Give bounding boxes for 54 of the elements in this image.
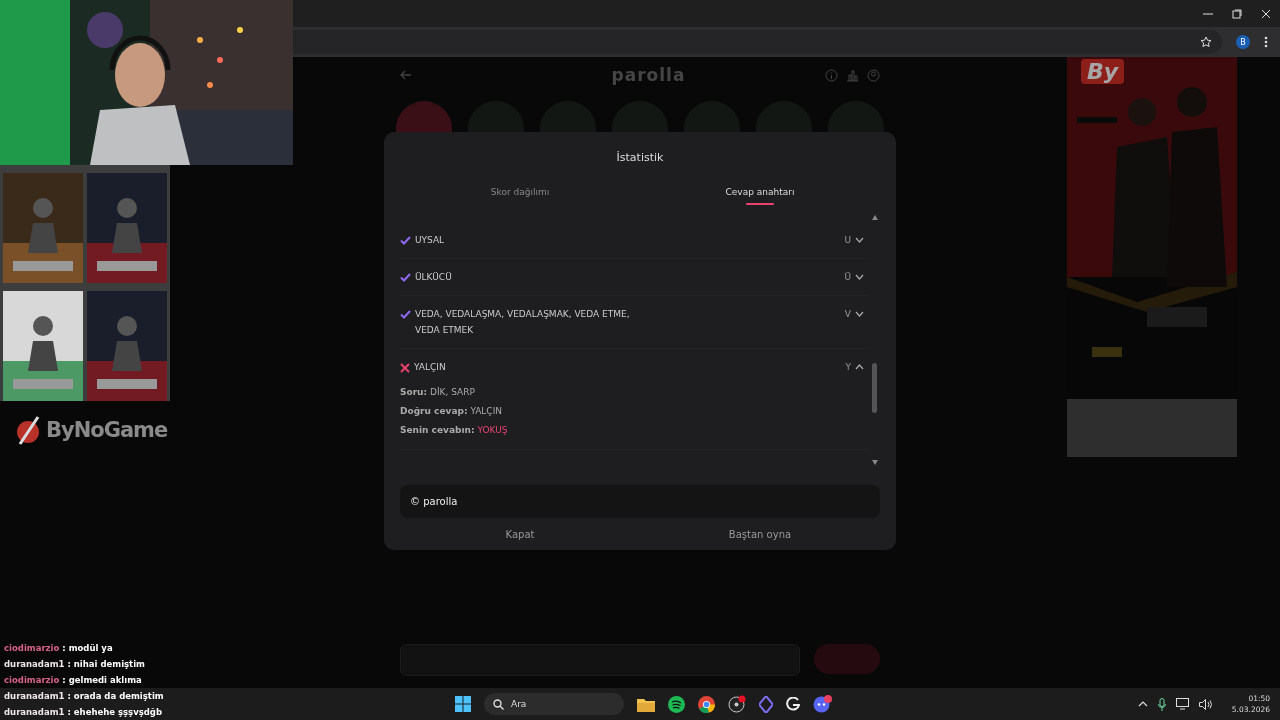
letter-label: V xyxy=(844,308,851,321)
chat-message: : orada da demiştim xyxy=(67,691,164,701)
chevron-up-icon[interactable] xyxy=(855,364,864,370)
overlay-logo: By xyxy=(1081,59,1125,84)
letter-label: U xyxy=(844,234,851,247)
chat-message: : nihai demiştim xyxy=(67,659,145,669)
chevron-down-icon[interactable] xyxy=(855,311,864,317)
answer-text: YALÇIN xyxy=(414,361,447,374)
profile-avatar[interactable]: B xyxy=(1236,35,1250,49)
chat-message: : ehehehe şşşvşdğb xyxy=(67,707,162,717)
tab[interactable]: Skor dağılımı xyxy=(400,177,640,207)
close-icon[interactable] xyxy=(1260,8,1271,19)
chat-app-icon[interactable] xyxy=(813,695,833,713)
music-app-icon[interactable] xyxy=(668,695,685,713)
answer-text: UYSAL xyxy=(415,234,446,247)
chat-username: duranadam1 xyxy=(4,691,65,701)
chat-username: ciodimarzio xyxy=(4,643,60,653)
footer-text: © parolla xyxy=(410,496,458,507)
chat-message: : gelmedi aklıma xyxy=(62,675,142,685)
bookmark-star-icon[interactable] xyxy=(1200,36,1212,48)
chat-username: ciodimarzio xyxy=(4,675,60,685)
microphone-icon[interactable] xyxy=(1157,697,1166,711)
start-icon[interactable] xyxy=(455,696,471,712)
monitor-icon[interactable] xyxy=(1175,698,1189,710)
chat-message: : modül ya xyxy=(62,643,113,653)
site-logo: parolla xyxy=(611,65,686,85)
dialog-button[interactable]: Baştan oyna xyxy=(640,518,880,550)
detail-line: Senin cevabın: YOKUŞ xyxy=(400,425,509,435)
detail-line: Soru: DİK, SARP xyxy=(400,387,476,397)
folder-icon[interactable] xyxy=(637,696,655,712)
diamond-app-icon[interactable] xyxy=(759,695,773,713)
feather-logo-icon xyxy=(16,415,42,445)
answer-text: VEDA, VEDALAŞMA, VEDALAŞMAK, VEDA ETME, VEDA ETMEK xyxy=(415,308,631,337)
dialog-title: İstatistik xyxy=(615,150,665,166)
scroll-down-icon[interactable] xyxy=(872,460,878,465)
chat-username: duranadam1 xyxy=(4,707,65,717)
g-logo-icon[interactable] xyxy=(786,697,800,711)
letter-label: Y xyxy=(845,361,851,374)
answer-text: ÜLKÜCÜ xyxy=(415,271,453,284)
chat-username: duranadam1 xyxy=(4,659,65,669)
tab[interactable]: Cevap anahtarı xyxy=(640,177,880,207)
recording-app-icon[interactable] xyxy=(728,695,746,713)
dialog-button[interactable]: Kapat xyxy=(400,518,640,550)
browser-icon[interactable] xyxy=(698,695,715,713)
scroll-up-icon[interactable] xyxy=(872,215,878,220)
restore-icon[interactable] xyxy=(1231,8,1242,19)
detail-line: Doğru cevap: YALÇIN xyxy=(400,406,503,416)
menu-icon[interactable] xyxy=(1264,36,1268,48)
search-field[interactable]: Ara xyxy=(484,693,624,715)
chevron-down-icon[interactable] xyxy=(855,274,864,280)
letter-label: Ü xyxy=(844,271,851,284)
chevron-down-icon[interactable] xyxy=(855,237,864,243)
speaker-icon[interactable] xyxy=(1198,698,1212,710)
sponsor-logo: ByNoGame xyxy=(46,418,168,442)
